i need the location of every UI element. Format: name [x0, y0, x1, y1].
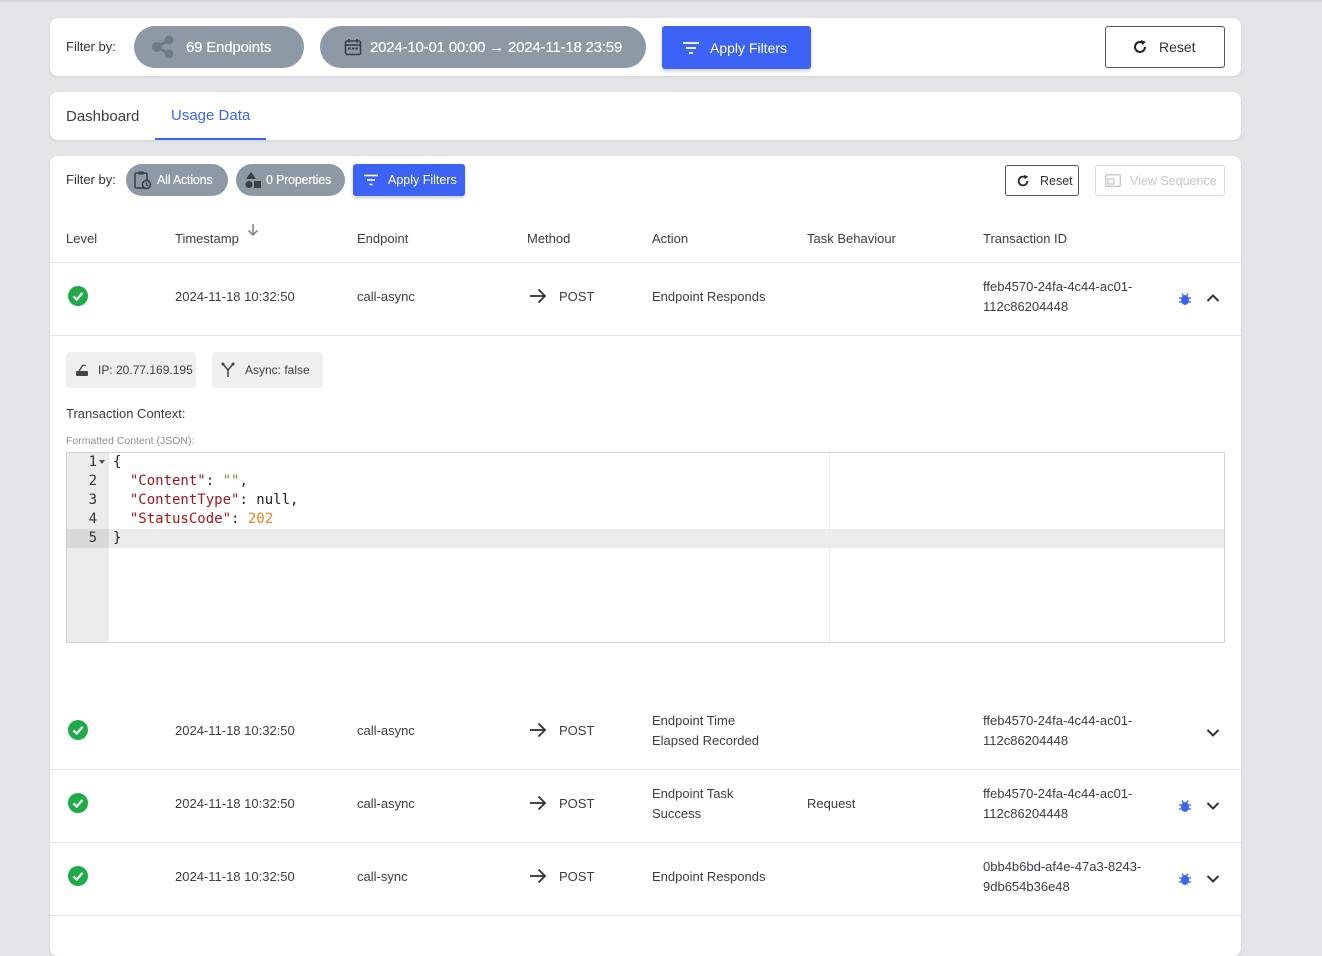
usage-reset-button[interactable]: Reset [1005, 165, 1079, 196]
print-margin [829, 453, 830, 642]
reset-button[interactable]: Reset [1105, 26, 1225, 68]
code-line: "Content": "", [129, 473, 248, 489]
json-code-editor[interactable]: 1 2 3 4 5 { "Content": "", "ContentType"… [66, 452, 1225, 643]
row-divider [50, 842, 1241, 843]
header-method[interactable]: Method [527, 231, 570, 246]
row-timestamp: 2024-11-18 10:32:50 [175, 796, 295, 811]
properties-filter-pill[interactable]: 0 Properties [236, 164, 345, 196]
code-line: } [113, 530, 122, 546]
active-line-highlight [67, 529, 1224, 548]
header-endpoint[interactable]: Endpoint [357, 231, 408, 246]
endpoints-filter-pill[interactable]: 69 Endpoints [134, 26, 304, 68]
chevron-down-icon[interactable] [1206, 801, 1220, 811]
row-transaction-id: ffeb4570-24fa-4c44-ac01- 112c86204448 [983, 279, 1133, 314]
row-timestamp: 2024-11-18 10:32:50 [175, 723, 295, 738]
share-icon [152, 35, 174, 59]
row-endpoint: call-async [357, 796, 415, 811]
row-transaction-id: ffeb4570-24fa-4c44-ac01- 112c86204448 [983, 713, 1133, 748]
bug-icon[interactable] [1178, 872, 1192, 886]
arrow-right-icon [530, 288, 547, 304]
header-task-behaviour[interactable]: Task Behaviour [807, 231, 896, 246]
arrow-right-icon [530, 868, 547, 884]
row-transaction-id: ffeb4570-24fa-4c44-ac01- 112c86204448 [983, 786, 1133, 821]
shapes-icon [245, 172, 261, 188]
row-method: POST [559, 869, 595, 884]
async-chip: Async: false [212, 352, 323, 388]
arrow-right-icon [530, 722, 547, 738]
chevron-up-icon[interactable] [1206, 293, 1220, 303]
row-action: Endpoint Responds [652, 869, 766, 884]
row-divider [50, 915, 1241, 916]
fork-icon [221, 362, 235, 377]
top-border [0, 0, 1322, 2]
code-line: "ContentType": null, [129, 492, 299, 508]
usage-data-panel: Filter by: All Actions 0 Properties Appl… [50, 156, 1241, 956]
success-check-icon [68, 720, 88, 740]
endpoints-count: 69 Endpoints [186, 38, 272, 56]
view-sequence-button[interactable]: View Sequence [1095, 165, 1225, 196]
fold-arrow-icon[interactable] [99, 460, 105, 465]
formatted-content-label: Formatted Content (JSON): [66, 435, 195, 447]
ip-chip: IP: 20.77.169.195 [66, 352, 196, 388]
row-divider [50, 769, 1241, 770]
filter-icon [683, 41, 699, 54]
calendar-icon [344, 39, 362, 56]
tab-dashboard[interactable]: Dashboard [66, 92, 139, 140]
global-filter-bar: Filter by: 69 Endpoints 2024-10-01 00:00… [50, 18, 1241, 76]
row-endpoint: call-async [357, 723, 415, 738]
header-timestamp[interactable]: Timestamp [175, 231, 239, 246]
apply-filters-button[interactable]: Apply Filters [662, 26, 811, 69]
transaction-context-label: Transaction Context: [66, 406, 186, 421]
filter-by-label: Filter by: [66, 39, 116, 54]
tab-usage-data[interactable]: Usage Data [155, 92, 267, 140]
date-range-pill[interactable]: 2024-10-01 00:00 → 2024-11-18 23:59 [320, 26, 646, 68]
row-action: Endpoint Time Elapsed Recorded [652, 713, 759, 748]
row-task-behaviour: Request [807, 796, 856, 811]
row-method: POST [559, 289, 595, 304]
row-divider [50, 335, 1241, 336]
refresh-icon [1017, 174, 1029, 186]
filter-icon [364, 174, 378, 186]
row-transaction-id: 0bb4b6bd-af4e-47a3-8243- 9db654b36e48 [983, 859, 1142, 894]
row-timestamp: 2024-11-18 10:32:50 [175, 289, 295, 304]
bug-icon[interactable] [1178, 799, 1192, 813]
row-timestamp: 2024-11-18 10:32:50 [175, 869, 295, 884]
picture-in-picture-icon [1105, 174, 1121, 187]
row-action: Endpoint Responds [652, 289, 766, 304]
date-range-text: 2024-10-01 00:00 → 2024-11-18 23:59 [370, 38, 623, 56]
row-method: POST [559, 723, 595, 738]
header-divider [50, 262, 1241, 263]
router-icon [76, 364, 88, 376]
code-line: "StatusCode": 202 [129, 511, 274, 527]
clipboard-icon [134, 171, 152, 190]
actions-filter-pill[interactable]: All Actions [126, 164, 228, 196]
row-endpoint: call-async [357, 289, 415, 304]
sort-arrow-down-icon[interactable] [247, 223, 259, 237]
bug-icon[interactable] [1178, 292, 1192, 306]
success-check-icon [68, 286, 88, 306]
code-line: { [113, 454, 122, 470]
success-check-icon [68, 793, 88, 813]
success-check-icon [68, 866, 88, 886]
chevron-down-icon[interactable] [1206, 728, 1220, 738]
row-action: Endpoint Task Success [652, 786, 734, 821]
usage-filter-label: Filter by: [66, 172, 116, 187]
tab-bar: Dashboard Usage Data [50, 92, 1241, 140]
header-action[interactable]: Action [652, 231, 688, 246]
chevron-down-icon[interactable] [1206, 874, 1220, 884]
usage-apply-filters-button[interactable]: Apply Filters [353, 164, 465, 196]
row-method: POST [559, 796, 595, 811]
refresh-icon [1134, 40, 1146, 53]
arrow-right-icon [530, 795, 547, 811]
header-transaction-id[interactable]: Transaction ID [983, 231, 1067, 246]
row-endpoint: call-sync [357, 869, 408, 884]
header-level[interactable]: Level [66, 231, 97, 246]
